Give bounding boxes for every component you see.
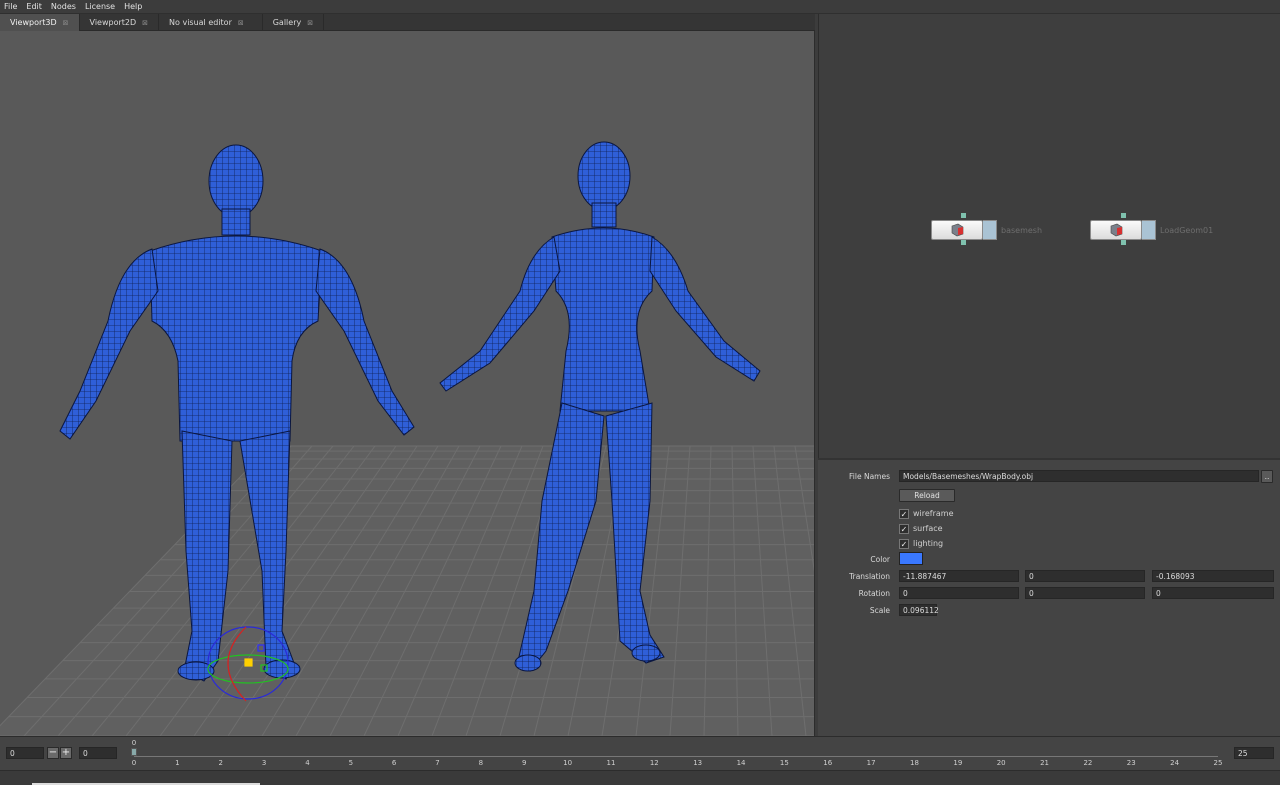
rotation-x-field[interactable]: 0 — [899, 587, 1019, 599]
timeline-tick-label: 14 — [736, 759, 746, 767]
node-input-pin[interactable] — [1121, 213, 1126, 218]
playhead-label: 0 — [131, 739, 137, 747]
start-frame-field[interactable]: 0 — [6, 747, 44, 759]
timeline-tick-label: 7 — [435, 759, 440, 767]
status-bar — [0, 770, 1280, 785]
node-label: LoadGeom01 — [1160, 225, 1214, 235]
timeline-tick-label: 2 — [218, 759, 223, 767]
timeline-tick-label: 19 — [953, 759, 963, 767]
end-frame-field[interactable]: 25 — [1234, 747, 1274, 759]
timeline-tick-label: 8 — [478, 759, 484, 767]
viewport-tabs: Viewport3D ⊠ Viewport2D ⊠ No visual edit… — [0, 14, 815, 31]
surface-checkbox[interactable]: ✓ — [899, 523, 909, 534]
rotation-y-field[interactable]: 0 — [1025, 587, 1145, 599]
node-label: basemesh — [1001, 225, 1043, 235]
node-loadgeom01[interactable]: LoadGeom01 — [1090, 220, 1213, 240]
tab-no-visual-editor[interactable]: No visual editor ⊠ — [159, 14, 263, 31]
rotation-label: Rotation — [858, 589, 890, 598]
node-input-pin[interactable] — [961, 213, 966, 218]
menu-nodes[interactable]: Nodes — [51, 2, 76, 11]
wireframe-checkbox[interactable]: ✓ — [899, 508, 909, 519]
tab-label: No visual editor — [169, 18, 232, 27]
decrement-button[interactable]: − — [47, 747, 59, 759]
menu-help[interactable]: Help — [124, 2, 142, 11]
timeline-tick-label: 13 — [693, 759, 703, 767]
wireframe-label: wireframe — [913, 509, 954, 518]
browse-button[interactable]: .. — [1261, 470, 1273, 483]
scale-field[interactable]: 0.096112 — [899, 604, 939, 616]
node-output-pin[interactable] — [961, 240, 966, 245]
timeline-tick-label: 18 — [910, 759, 919, 767]
tab-gallery[interactable]: Gallery ⊠ — [263, 14, 325, 31]
close-icon[interactable]: ⊠ — [307, 19, 313, 27]
playhead-handle[interactable] — [131, 748, 137, 756]
timeline-tick-label: 1 — [175, 759, 180, 767]
timeline-tick-label: 12 — [649, 759, 659, 767]
timeline-tick-label: 11 — [606, 759, 616, 767]
scale-label: Scale — [869, 606, 890, 615]
reload-button[interactable]: Reload — [899, 489, 955, 502]
node-basemesh[interactable]: basemesh — [931, 220, 1042, 240]
node-body[interactable] — [1090, 220, 1142, 240]
viewport-scene[interactable] — [0, 31, 815, 736]
timeline-tick-label: 6 — [391, 759, 397, 767]
surface-row[interactable]: ✓ surface — [899, 522, 943, 535]
timeline-tick-label: 16 — [823, 759, 833, 767]
lighting-row[interactable]: ✓ lighting — [899, 537, 943, 550]
timeline-tick-label: 15 — [779, 759, 789, 767]
close-icon[interactable]: ⊠ — [142, 19, 148, 27]
close-icon[interactable]: ⊠ — [63, 19, 69, 27]
translation-x-field[interactable]: -11.887467 — [899, 570, 1019, 582]
node-output[interactable] — [1142, 220, 1156, 240]
tab-label: Viewport2D — [89, 18, 137, 27]
timeline-tick-label: 0 — [131, 759, 137, 767]
lighting-label: lighting — [913, 539, 944, 548]
timeline-tick-label: 21 — [1040, 759, 1050, 767]
node-output[interactable] — [983, 220, 997, 240]
translation-y-field[interactable]: 0 — [1025, 570, 1145, 582]
timeline-tick-label: 17 — [866, 759, 876, 767]
color-label: Color — [870, 555, 890, 564]
node-body[interactable] — [931, 220, 983, 240]
file-names-label: File Names — [849, 472, 890, 481]
timeline-tick-label: 10 — [563, 759, 573, 767]
translation-z-field[interactable]: -0.168093 — [1152, 570, 1274, 582]
timeline-tick-label: 23 — [1126, 759, 1136, 767]
timeline-tick-label: 20 — [996, 759, 1006, 767]
lighting-checkbox[interactable]: ✓ — [899, 538, 909, 549]
timeline-tick-label: 3 — [261, 759, 267, 767]
timeline-tick-label: 24 — [1170, 759, 1180, 767]
menu-edit[interactable]: Edit — [26, 2, 42, 11]
menu-file[interactable]: File — [4, 2, 17, 11]
tab-viewport3d[interactable]: Viewport3D ⊠ — [0, 14, 80, 31]
viewport-3d[interactable] — [0, 31, 815, 736]
geometry-icon — [1110, 223, 1123, 237]
translation-label: Translation — [849, 572, 890, 581]
geometry-icon — [951, 223, 964, 237]
menu-bar: File Edit Nodes License Help — [0, 0, 1280, 14]
tab-label: Viewport3D — [10, 18, 57, 27]
menu-license[interactable]: License — [85, 2, 115, 11]
file-names-input[interactable]: Models/Basemeshes/WrapBody.obj — [899, 470, 1259, 482]
node-output-pin[interactable] — [1121, 240, 1126, 245]
rotation-z-field[interactable]: 0 — [1152, 587, 1274, 599]
tab-viewport2d[interactable]: Viewport2D ⊠ — [80, 14, 160, 31]
timeline-tick-label: 5 — [348, 759, 354, 767]
color-swatch[interactable] — [899, 552, 923, 565]
timeline-tick-label: 25 — [1213, 759, 1223, 767]
timeline-track[interactable] — [134, 749, 1218, 757]
close-icon[interactable]: ⊠ — [238, 19, 244, 27]
surface-label: surface — [913, 524, 943, 533]
current-frame-field[interactable]: 0 — [79, 747, 117, 759]
node-editor[interactable]: basemesh LoadGeom01 — [818, 14, 1280, 458]
timeline-tick-label: 4 — [305, 759, 310, 767]
ground-grid — [0, 445, 814, 736]
timeline-tick-label: 22 — [1083, 759, 1093, 767]
increment-button[interactable]: + — [60, 747, 72, 759]
tab-label: Gallery — [272, 18, 302, 27]
wireframe-row[interactable]: ✓ wireframe — [899, 507, 954, 520]
timeline-tick-label: 9 — [522, 759, 527, 767]
properties-panel: File Names Models/Basemeshes/WrapBody.ob… — [818, 458, 1280, 736]
